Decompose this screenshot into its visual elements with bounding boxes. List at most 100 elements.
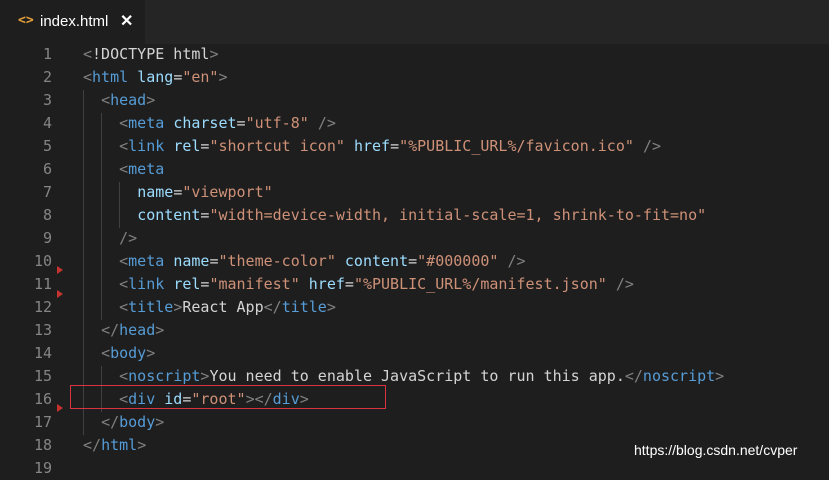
code-text: <meta xyxy=(83,158,164,181)
code-text: <meta charset="utf-8" /> xyxy=(83,112,336,135)
line-number: 14 xyxy=(33,344,52,362)
code-token: lang xyxy=(137,68,174,86)
code-token: < xyxy=(119,275,129,293)
line-number: 16 xyxy=(33,390,52,408)
code-line[interactable]: 3 <head> xyxy=(0,89,829,112)
line-number: 1 xyxy=(42,45,52,63)
line-number: 15 xyxy=(33,367,52,385)
code-token: body xyxy=(110,344,147,362)
watermark: https://blog.csdn.net/cvper xyxy=(634,442,798,458)
code-token: head xyxy=(119,321,156,339)
code-token: = xyxy=(408,252,418,270)
code-token: /> xyxy=(642,137,661,155)
line-number: 18 xyxy=(33,436,52,454)
code-line[interactable]: 13 </head> xyxy=(0,319,829,342)
code-token: < xyxy=(119,367,129,385)
code-token: "%PUBLIC_URL%/manifest.json" xyxy=(353,275,607,293)
line-number: 8 xyxy=(42,206,52,224)
code-token: "theme-color" xyxy=(218,252,336,270)
code-token: rel xyxy=(173,137,201,155)
code-line[interactable]: 9 /> xyxy=(0,227,829,250)
code-token: </ xyxy=(101,321,120,339)
code-line[interactable]: 17 </body> xyxy=(0,411,829,434)
code-token: body xyxy=(119,413,156,431)
code-line[interactable]: 12 <title>React App</title> xyxy=(0,296,829,319)
code-line[interactable]: 2 <html lang="en"> xyxy=(0,66,829,89)
code-token: = xyxy=(236,114,246,132)
code-token: "viewport" xyxy=(182,183,273,201)
code-token: noscript xyxy=(128,367,201,385)
code-token: /> xyxy=(615,275,634,293)
code-text: <title>React App</title> xyxy=(83,296,336,319)
tab-bar: <> index.html ✕ xyxy=(0,0,829,44)
code-token: charset xyxy=(173,114,237,132)
code-token: html xyxy=(101,436,138,454)
code-token: > xyxy=(209,45,219,63)
code-token: </ xyxy=(263,298,282,316)
code-line[interactable]: 8 content="width=device-width, initial-s… xyxy=(0,204,829,227)
code-token: = xyxy=(173,183,183,201)
code-line[interactable]: 1 <!DOCTYPE html> xyxy=(0,43,829,66)
code-token: < xyxy=(101,91,111,109)
line-number: 9 xyxy=(42,229,52,247)
line-number: 12 xyxy=(33,298,52,316)
code-token: /> xyxy=(119,229,138,247)
code-token: name xyxy=(173,252,210,270)
code-token: > xyxy=(326,298,336,316)
code-text: name="viewport" xyxy=(83,181,273,204)
code-file-icon: <> xyxy=(18,13,34,28)
code-token: content xyxy=(137,206,201,224)
code-token: </ xyxy=(101,413,120,431)
code-text: <link rel="manifest" href="%PUBLIC_URL%/… xyxy=(83,273,634,296)
code-line[interactable]: 5 <link rel="shortcut icon" href="%PUBLI… xyxy=(0,135,829,158)
code-token: "%PUBLIC_URL%/favicon.ico" xyxy=(399,137,634,155)
tab-label: index.html xyxy=(40,13,109,30)
code-token: < xyxy=(101,344,111,362)
line-number: 17 xyxy=(33,413,52,431)
code-line[interactable]: 4 <meta charset="utf-8" /> xyxy=(0,112,829,135)
code-text: <html lang="en"> xyxy=(83,66,228,89)
code-token: > xyxy=(155,321,165,339)
code-token: </ xyxy=(624,367,643,385)
code-token: < xyxy=(119,160,129,178)
code-token: > xyxy=(715,367,725,385)
code-line[interactable]: 14 <body> xyxy=(0,342,829,365)
code-text: <head> xyxy=(83,89,155,112)
code-token: > xyxy=(146,91,156,109)
code-token: </ xyxy=(83,436,102,454)
code-text: </body> xyxy=(83,411,164,434)
close-icon[interactable]: ✕ xyxy=(120,11,133,31)
code-line[interactable]: 7 name="viewport" xyxy=(0,181,829,204)
code-token: "utf-8" xyxy=(245,114,309,132)
code-line[interactable]: 11 <link rel="manifest" href="%PUBLIC_UR… xyxy=(0,273,829,296)
code-token: title xyxy=(128,298,174,316)
code-token: title xyxy=(281,298,327,316)
code-line[interactable]: 10 <meta name="theme-color" content="#00… xyxy=(0,250,829,273)
code-text: <!DOCTYPE html> xyxy=(83,43,218,66)
code-token: html xyxy=(92,68,129,86)
change-marker-icon xyxy=(57,266,63,274)
code-token: > xyxy=(173,298,183,316)
code-token: > xyxy=(155,413,165,431)
code-token: < xyxy=(119,298,129,316)
code-token: rel xyxy=(173,275,201,293)
code-token: > xyxy=(218,68,228,86)
code-token: /> xyxy=(507,252,526,270)
code-token: meta xyxy=(128,160,165,178)
tab-index-html[interactable]: <> index.html ✕ xyxy=(0,0,145,44)
code-line[interactable]: 6 <meta xyxy=(0,158,829,181)
